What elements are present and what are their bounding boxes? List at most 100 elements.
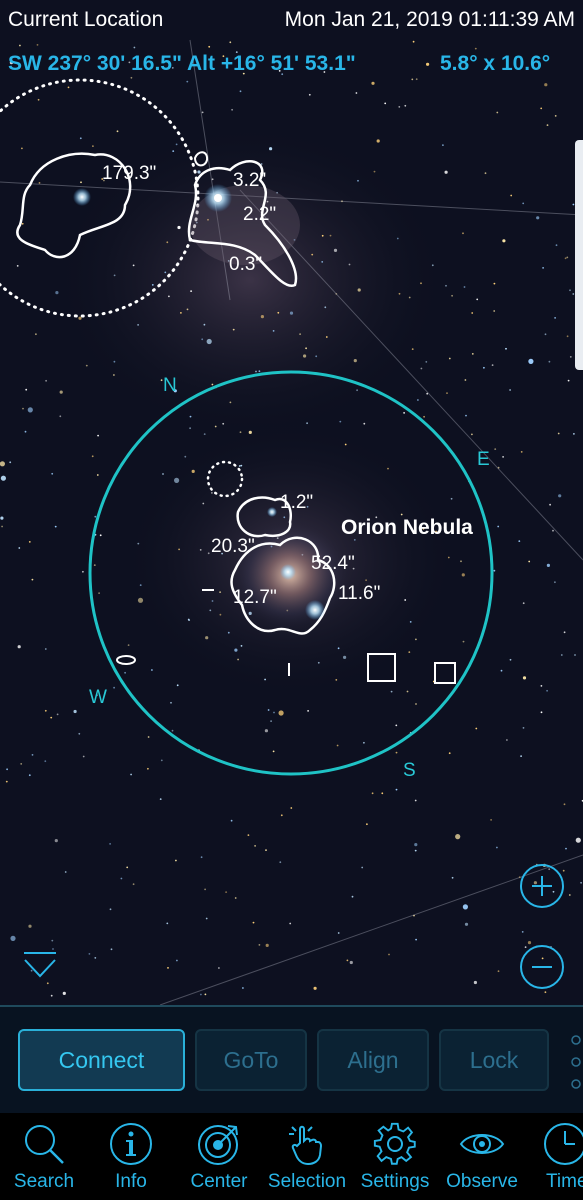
star <box>137 597 144 603</box>
star <box>493 310 496 312</box>
star <box>170 701 172 704</box>
star <box>520 451 523 453</box>
star <box>528 560 531 563</box>
eye-icon <box>459 1134 505 1154</box>
star <box>201 338 204 341</box>
chevron-down-icon <box>24 959 56 978</box>
star <box>493 569 496 572</box>
star <box>395 724 398 727</box>
zoom-out-button[interactable] <box>520 945 564 989</box>
tab-observe[interactable]: Observe <box>440 1113 524 1200</box>
star <box>406 690 409 693</box>
star <box>415 78 418 81</box>
location-label: Current Location <box>8 8 164 31</box>
star <box>554 115 557 117</box>
star <box>229 401 232 404</box>
star <box>509 658 512 661</box>
star <box>219 613 222 616</box>
star <box>462 640 465 643</box>
star <box>20 763 23 765</box>
star <box>552 529 554 532</box>
star <box>462 232 464 235</box>
goto-button[interactable]: GoTo <box>195 1029 307 1091</box>
star <box>420 282 422 285</box>
star <box>247 834 250 836</box>
cardinal-east: E <box>477 449 490 470</box>
star <box>80 181 82 184</box>
tab-selection[interactable]: Selection <box>262 1113 352 1200</box>
tab-info[interactable]: Info <box>95 1113 167 1200</box>
star <box>540 711 543 714</box>
star <box>518 540 521 542</box>
telescope-control-panel: Connect GoTo Align Lock <box>0 1005 583 1113</box>
tab-label: Center <box>190 1171 248 1192</box>
bottom-tab-bar: Search Info Center Selection Settings Ob… <box>0 1113 583 1200</box>
star <box>521 931 524 933</box>
star <box>97 434 99 437</box>
star <box>506 739 508 741</box>
star <box>572 293 575 295</box>
tab-time[interactable]: Time <box>540 1113 583 1200</box>
clock-icon <box>544 1123 583 1165</box>
star <box>580 881 582 884</box>
star <box>403 412 405 414</box>
star <box>373 170 376 173</box>
star <box>357 179 359 182</box>
star <box>395 788 398 791</box>
star <box>229 41 232 44</box>
star <box>0 516 4 520</box>
star <box>339 420 342 423</box>
star <box>234 897 237 899</box>
collapse-panel-button[interactable] <box>22 950 58 984</box>
star <box>88 953 91 955</box>
tab-center[interactable]: Center <box>183 1113 255 1200</box>
star <box>562 869 565 872</box>
star <box>398 106 401 108</box>
star <box>321 261 324 263</box>
star <box>238 465 241 467</box>
star <box>130 773 133 776</box>
star <box>38 182 41 184</box>
side-drawer-handle[interactable] <box>575 140 583 370</box>
star <box>569 289 571 292</box>
star <box>325 336 328 338</box>
star <box>465 414 467 417</box>
star <box>404 104 407 107</box>
star <box>188 619 191 621</box>
star <box>127 644 130 646</box>
star <box>54 525 57 528</box>
align-button[interactable]: Align <box>317 1029 429 1091</box>
size-label: 1.2" <box>280 492 314 513</box>
object-name-label[interactable]: Orion Nebula <box>341 516 473 540</box>
star <box>120 877 123 880</box>
lock-button[interactable]: Lock <box>439 1029 549 1091</box>
more-options-icon[interactable] <box>570 1032 582 1092</box>
star <box>563 803 566 806</box>
tab-settings[interactable]: Settings <box>355 1113 435 1200</box>
status-bar: Current Location Mon Jan 21, 2019 01:11:… <box>0 0 583 40</box>
star <box>0 461 5 467</box>
star <box>560 654 563 656</box>
star <box>311 253 314 256</box>
zoom-in-button[interactable] <box>520 864 564 908</box>
star <box>51 939 54 942</box>
star <box>415 638 417 641</box>
star <box>175 859 177 862</box>
star <box>546 563 551 568</box>
star <box>28 924 32 928</box>
datetime-label: Mon Jan 21, 2019 01:11:39 AM <box>284 8 575 31</box>
star <box>171 729 174 732</box>
hand-pointer-icon <box>289 1125 323 1166</box>
minus-icon <box>532 966 552 968</box>
star <box>184 455 187 458</box>
star <box>415 938 417 941</box>
star <box>451 294 453 297</box>
tab-search[interactable]: Search <box>8 1113 80 1200</box>
connect-button[interactable]: Connect <box>18 1029 185 1091</box>
star <box>555 244 558 247</box>
star <box>460 560 462 563</box>
star <box>1 525 3 528</box>
star <box>464 379 467 381</box>
star <box>189 415 192 418</box>
star <box>0 475 6 481</box>
